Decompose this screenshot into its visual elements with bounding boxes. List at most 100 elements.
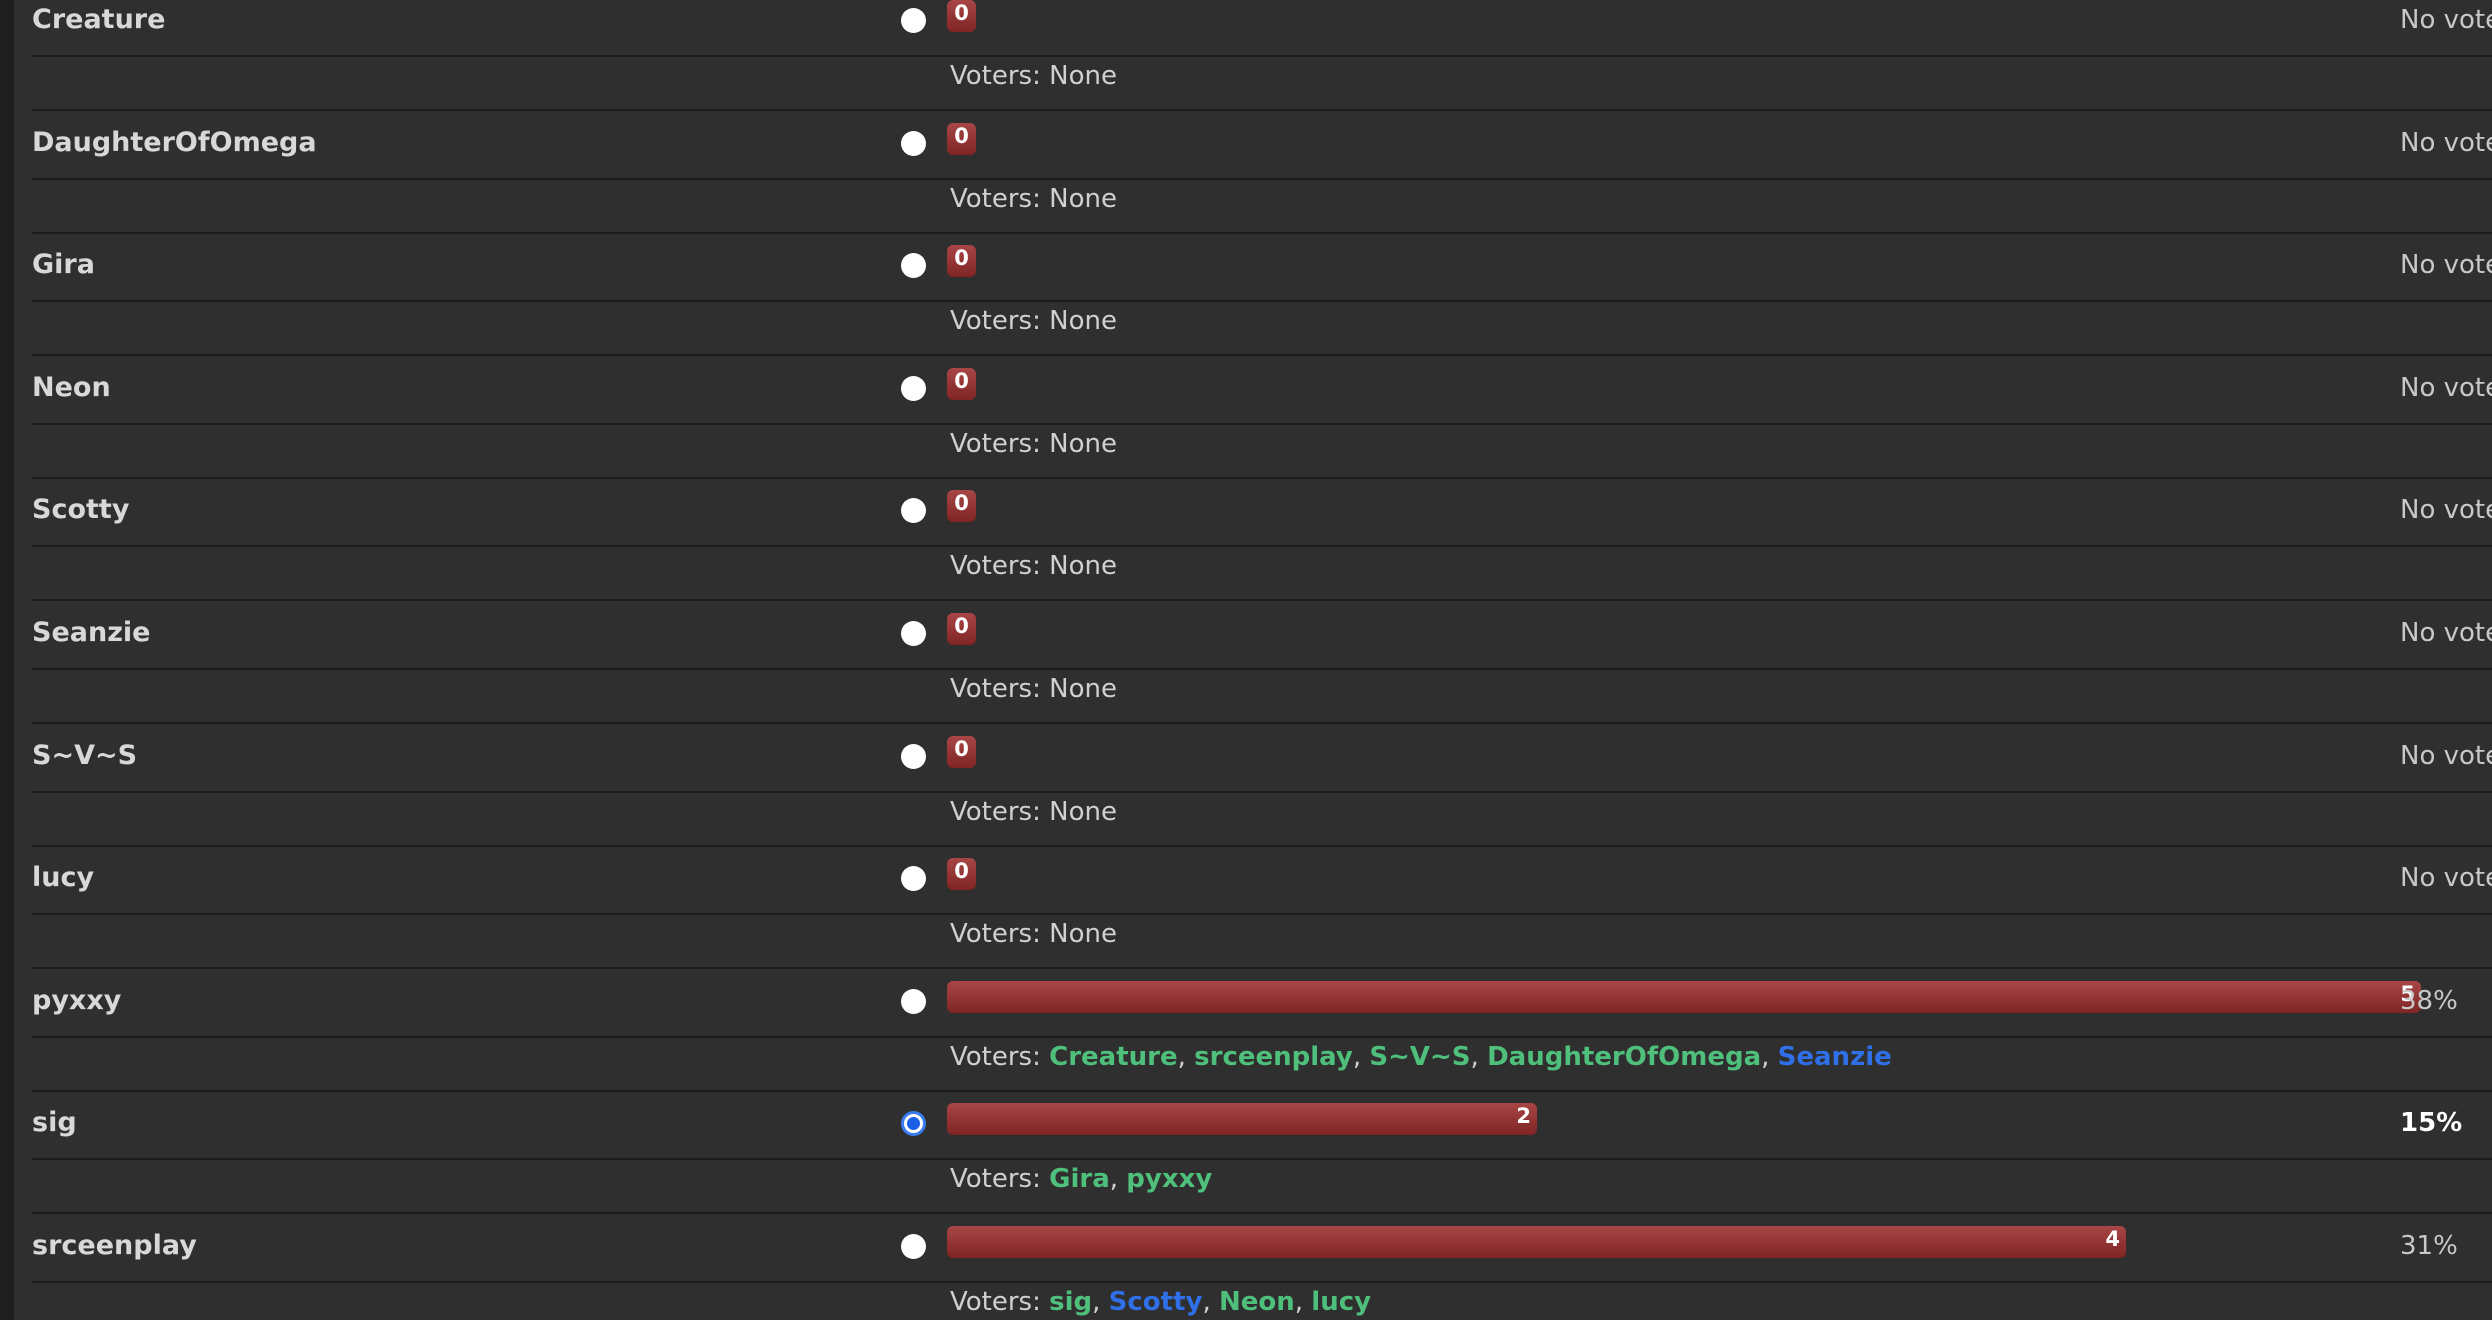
voter-link[interactable]: Scotty bbox=[1109, 1287, 1203, 1317]
voters-row: Voters: None bbox=[32, 180, 2492, 234]
voters-label: Voters: bbox=[950, 428, 1050, 459]
vote-percentage: No vote bbox=[2400, 495, 2492, 526]
vote-count-bar: 0 bbox=[947, 735, 976, 768]
voters-names: None bbox=[1049, 61, 1117, 91]
vote-count: 0 bbox=[954, 123, 969, 148]
voters-names: Creature, srceenplay, S~V~S, DaughterOfO… bbox=[1049, 1041, 1892, 1072]
voters-list: Voters: None bbox=[950, 674, 1117, 704]
poll-option-name: srceenplay bbox=[32, 1229, 197, 1261]
poll-option-radio[interactable] bbox=[901, 743, 926, 769]
vote-count-bar: 0 bbox=[947, 0, 976, 32]
voters-names: None bbox=[1049, 797, 1117, 827]
voters-label: Voters: bbox=[950, 183, 1050, 214]
poll-option-name: Scotty bbox=[32, 494, 130, 526]
voters-names: Gira, pyxxy bbox=[1049, 1164, 1213, 1195]
left-border-strip bbox=[0, 0, 14, 1320]
voters-none: None bbox=[1049, 183, 1117, 214]
voter-link[interactable]: S~V~S bbox=[1369, 1042, 1470, 1072]
poll-option-radio[interactable] bbox=[901, 8, 926, 33]
poll-option-radio[interactable] bbox=[901, 498, 926, 524]
vote-count-bar: 5 bbox=[947, 980, 2421, 1013]
vote-count: 0 bbox=[954, 859, 969, 884]
vote-count-bar: 0 bbox=[947, 612, 976, 645]
poll-option-name: sig bbox=[32, 1107, 77, 1139]
voters-list: Voters: None bbox=[950, 184, 1117, 214]
voters-names: None bbox=[1049, 184, 1117, 214]
poll-option-radio[interactable] bbox=[901, 1111, 926, 1137]
vote-count: 0 bbox=[954, 736, 969, 761]
voters-none: None bbox=[1049, 306, 1117, 337]
voters-label: Voters: bbox=[950, 796, 1050, 827]
vote-percentage: No vote bbox=[2400, 863, 2492, 894]
voters-row: Voters: None bbox=[32, 793, 2492, 847]
poll-option-row: Neon 0 No vote bbox=[32, 367, 2492, 425]
vote-count: 0 bbox=[954, 246, 969, 271]
poll-option-4: Scotty 0 No vote Voters: None bbox=[32, 490, 2492, 613]
vote-count: 0 bbox=[954, 491, 969, 516]
voters-label: Voters: bbox=[950, 61, 1050, 91]
voter-link[interactable]: DaughterOfOmega bbox=[1487, 1042, 1761, 1072]
poll-option-row: Seanzie 0 No vote bbox=[32, 612, 2492, 670]
poll-option-radio[interactable] bbox=[901, 1233, 926, 1259]
vote-percentage: No vote bbox=[2400, 5, 2492, 35]
poll-option-row: Creature 0 No vote bbox=[32, 0, 2492, 57]
poll-option-row: S~V~S 0 No vote bbox=[32, 735, 2492, 793]
poll-option-row: Gira 0 No vote bbox=[32, 245, 2492, 303]
voters-names: None bbox=[1049, 306, 1117, 336]
vote-count: 0 bbox=[954, 613, 969, 638]
poll-option-name: Gira bbox=[32, 249, 95, 281]
poll-option-radio[interactable] bbox=[901, 988, 926, 1014]
voters-list: Voters: None bbox=[950, 797, 1117, 827]
poll-option-8: pyxxy 5 38% Voters: Creature, srceenplay… bbox=[32, 980, 2492, 1104]
vote-count: 4 bbox=[2105, 1226, 2120, 1251]
voters-row: Voters: None bbox=[32, 670, 2492, 724]
poll-option-row: DaughterOfOmega 0 No vote bbox=[32, 122, 2492, 180]
poll-option-radio[interactable] bbox=[901, 253, 926, 279]
voters-row: Voters: Creature, srceenplay, S~V~S, Dau… bbox=[32, 1038, 2492, 1092]
poll-options-list: Creature 0 No vote Voters: None Daughter… bbox=[32, 0, 2492, 1320]
voters-none: None bbox=[1049, 61, 1117, 91]
vote-count-bar: 0 bbox=[947, 490, 976, 523]
voters-list: Voters: None bbox=[950, 919, 1117, 949]
vote-percentage: 31% bbox=[2400, 1230, 2458, 1261]
voters-label: Voters: bbox=[950, 1286, 1050, 1317]
vote-percentage: No vote bbox=[2400, 617, 2492, 648]
voters-names: sig, Scotty, Neon, lucy bbox=[1049, 1286, 1372, 1317]
vote-percentage: 38% bbox=[2400, 985, 2458, 1016]
voters-list: Voters: None bbox=[950, 61, 1117, 91]
vote-count-bar: 0 bbox=[947, 858, 976, 891]
voters-list: Voters: sig, Scotty, Neon, lucy bbox=[950, 1287, 1371, 1317]
poll-option-radio[interactable] bbox=[901, 130, 926, 156]
poll-option-3: Neon 0 No vote Voters: None bbox=[32, 367, 2492, 491]
vote-count-bar: 2 bbox=[947, 1103, 1537, 1136]
poll-option-row: lucy 0 No vote bbox=[32, 858, 2492, 916]
voters-list: Voters: Creature, srceenplay, S~V~S, Dau… bbox=[950, 1042, 1892, 1072]
poll-option-radio[interactable] bbox=[901, 866, 926, 892]
vote-count-bar: 4 bbox=[947, 1225, 2126, 1258]
poll-option-10: srceenplay 4 31% Voters: sig, Scotty, Ne… bbox=[32, 1225, 2492, 1320]
voter-link[interactable]: Creature bbox=[1049, 1042, 1177, 1072]
poll-option-1: DaughterOfOmega 0 No vote Voters: None bbox=[32, 122, 2492, 246]
poll-option-radio[interactable] bbox=[901, 375, 926, 401]
voters-none: None bbox=[1049, 796, 1117, 827]
vote-count: 0 bbox=[954, 368, 969, 393]
voters-label: Voters: bbox=[950, 919, 1050, 950]
poll-option-radio[interactable] bbox=[901, 620, 926, 646]
poll-option-name: Seanzie bbox=[32, 616, 151, 648]
voter-link[interactable]: pyxxy bbox=[1126, 1164, 1212, 1194]
poll-option-name: S~V~S bbox=[32, 739, 138, 771]
voter-link[interactable]: sig bbox=[1049, 1287, 1092, 1317]
voters-label: Voters: bbox=[950, 551, 1050, 582]
vote-percentage: No vote bbox=[2400, 127, 2492, 158]
voter-link[interactable]: Neon bbox=[1219, 1287, 1295, 1317]
voter-link[interactable]: Gira bbox=[1049, 1164, 1110, 1194]
voter-link[interactable]: Seanzie bbox=[1778, 1042, 1892, 1072]
poll-option-name: Creature bbox=[32, 4, 166, 35]
poll-option-name: DaughterOfOmega bbox=[32, 126, 317, 158]
voter-link[interactable]: lucy bbox=[1311, 1287, 1371, 1317]
poll-option-name: lucy bbox=[32, 862, 95, 894]
poll-option-name: Neon bbox=[32, 371, 111, 403]
voters-label: Voters: bbox=[950, 1041, 1050, 1072]
voters-none: None bbox=[1049, 428, 1117, 459]
voter-link[interactable]: srceenplay bbox=[1194, 1042, 1353, 1072]
